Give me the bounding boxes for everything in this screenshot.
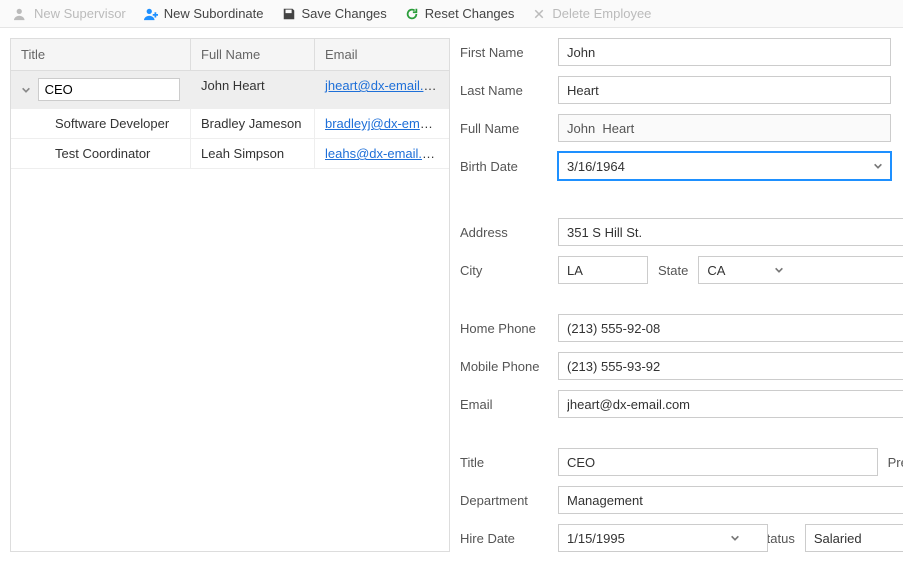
firstname-label: First Name: [460, 45, 548, 60]
save-changes-label: Save Changes: [302, 6, 387, 21]
new-supervisor-button: New Supervisor: [14, 6, 126, 21]
save-changes-button[interactable]: Save Changes: [282, 6, 387, 21]
email-link[interactable]: jheart@dx-email.com: [325, 78, 448, 93]
lastname-input[interactable]: [558, 76, 891, 104]
new-supervisor-label: New Supervisor: [34, 6, 126, 21]
chevron-down-icon[interactable]: [21, 85, 32, 95]
fullname-cell: John Heart: [191, 71, 315, 108]
title-cell: Software Developer: [11, 109, 191, 138]
address-input[interactable]: [558, 218, 903, 246]
save-icon: [282, 7, 296, 21]
new-subordinate-label: New Subordinate: [164, 6, 264, 21]
prefix-label: Prefix: [888, 455, 903, 470]
table-row[interactable]: Test Coordinator Leah Simpson leahs@dx-e…: [11, 139, 449, 169]
mobilephone-label: Mobile Phone: [460, 359, 548, 374]
mobilephone-input[interactable]: [558, 352, 903, 380]
grid-header: Title Full Name Email: [11, 39, 449, 71]
lastname-label: Last Name: [460, 83, 548, 98]
fullname-input: [558, 114, 891, 142]
table-row[interactable]: John Heart jheart@dx-email.com: [11, 71, 449, 109]
employee-form: First Name Last Name Full Name Birth Dat…: [460, 38, 903, 552]
status-input[interactable]: [805, 524, 903, 552]
state-label: State: [658, 263, 688, 278]
hiredate-input[interactable]: [558, 524, 768, 552]
department-input[interactable]: [558, 486, 903, 514]
delete-employee-label: Delete Employee: [552, 6, 651, 21]
delete-employee-button: Delete Employee: [532, 6, 651, 21]
birthdate-input[interactable]: [558, 152, 891, 180]
firstname-input[interactable]: [558, 38, 891, 66]
fullname-cell: Bradley Jameson: [191, 109, 315, 138]
homephone-label: Home Phone: [460, 321, 548, 336]
fullname-cell: Leah Simpson: [191, 139, 315, 168]
email-input[interactable]: [558, 390, 903, 418]
toolbar: New Supervisor New Subordinate Save Chan…: [0, 0, 903, 28]
email-link[interactable]: leahs@dx-email.com: [325, 146, 447, 161]
person-icon: [14, 7, 28, 21]
new-subordinate-button[interactable]: New Subordinate: [144, 6, 264, 21]
address-label: Address: [460, 225, 548, 240]
close-icon: [532, 7, 546, 21]
birthdate-label: Birth Date: [460, 159, 548, 174]
employee-tree: Title Full Name Email John Heart jheart@…: [10, 38, 450, 552]
email-label: Email: [460, 397, 548, 412]
email-link[interactable]: bradleyj@dx-email.com: [325, 116, 449, 131]
col-fullname[interactable]: Full Name: [191, 39, 315, 70]
reset-changes-label: Reset Changes: [425, 6, 515, 21]
state-input[interactable]: [698, 256, 903, 284]
title-input[interactable]: [558, 448, 878, 476]
table-row[interactable]: Software Developer Bradley Jameson bradl…: [11, 109, 449, 139]
title-label: Title: [460, 455, 548, 470]
title-cell-input[interactable]: [38, 78, 180, 101]
fullname-label: Full Name: [460, 121, 548, 136]
city-input[interactable]: [558, 256, 648, 284]
col-title[interactable]: Title: [11, 39, 191, 70]
reset-changes-button[interactable]: Reset Changes: [405, 6, 515, 21]
city-label: City: [460, 263, 548, 278]
department-label: Department: [460, 493, 548, 508]
title-cell: Test Coordinator: [11, 139, 191, 168]
refresh-icon: [405, 7, 419, 21]
homephone-input[interactable]: [558, 314, 903, 342]
person-plus-icon: [144, 7, 158, 21]
hiredate-label: Hire Date: [460, 531, 548, 546]
col-email[interactable]: Email: [315, 39, 449, 70]
